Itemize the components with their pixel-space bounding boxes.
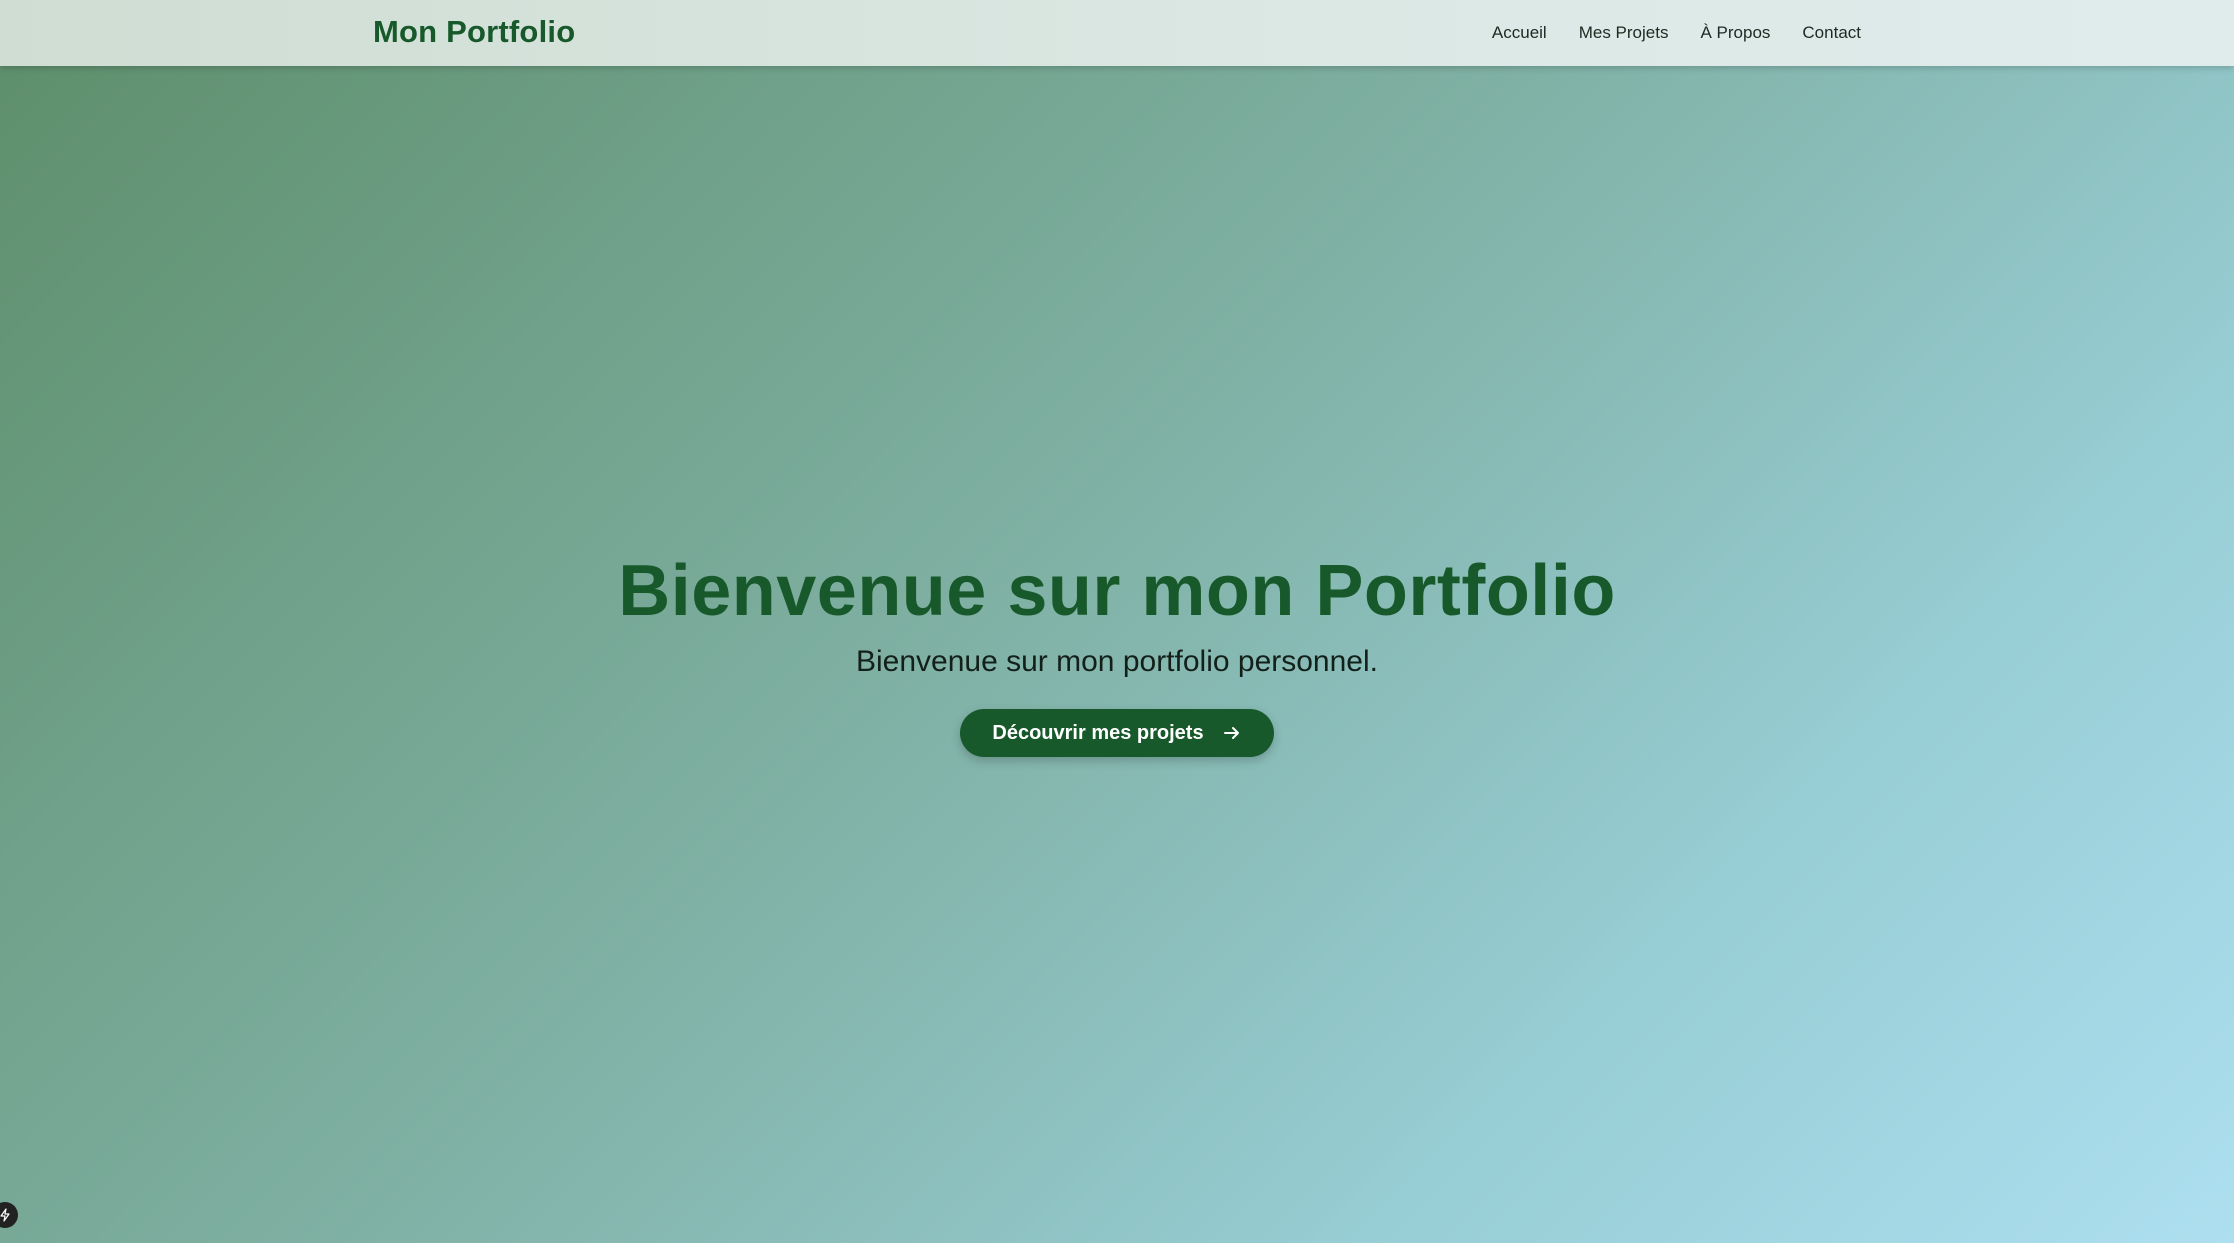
- hero-section: Bienvenue sur mon Portfolio Bienvenue su…: [0, 66, 2234, 1243]
- nav-link-contact[interactable]: Contact: [1802, 23, 1861, 43]
- cta-label: Découvrir mes projets: [992, 721, 1204, 744]
- nav-link-a-propos[interactable]: À Propos: [1700, 23, 1770, 43]
- navbar: Mon Portfolio Accueil Mes Projets À Prop…: [0, 0, 2234, 66]
- arrow-right-icon: [1222, 723, 1242, 743]
- brand-logo[interactable]: Mon Portfolio: [373, 14, 575, 50]
- hero-subtitle: Bienvenue sur mon portfolio personnel.: [856, 645, 1378, 679]
- nav-menu: Accueil Mes Projets À Propos Contact: [1492, 0, 1861, 66]
- hero-title: Bienvenue sur mon Portfolio: [618, 550, 1616, 631]
- nav-link-mes-projets[interactable]: Mes Projets: [1579, 23, 1669, 43]
- nav-link-accueil[interactable]: Accueil: [1492, 23, 1547, 43]
- discover-projects-button[interactable]: Découvrir mes projets: [960, 709, 1274, 758]
